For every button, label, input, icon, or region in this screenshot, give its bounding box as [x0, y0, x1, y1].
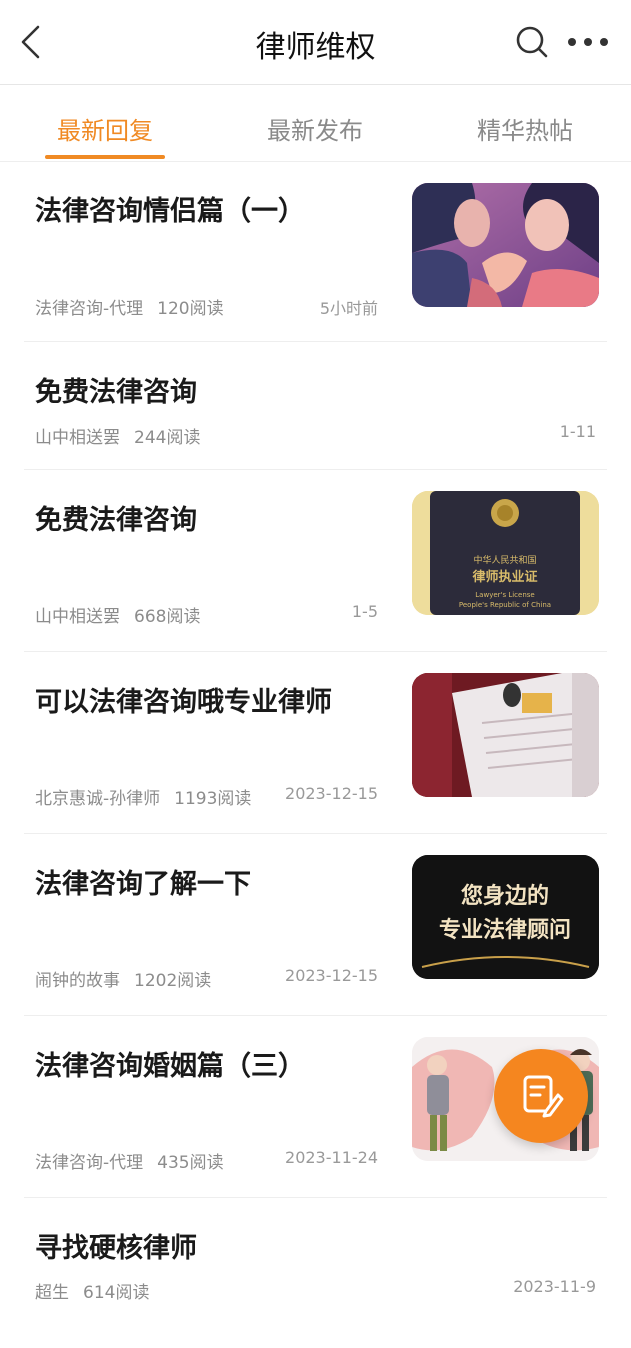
tab-featured[interactable]: 精华热帖	[477, 111, 573, 146]
post-author: 山中相送罢	[35, 428, 120, 448]
post-title: 免费法律咨询	[35, 377, 197, 408]
legal-advisor-banner: 您身边的 专业法律顾问	[412, 855, 599, 979]
post-meta: 超生 614阅读	[35, 1278, 149, 1303]
post-time: 2023-12-15	[285, 966, 378, 985]
license-english-sub-text: People's Republic of China	[459, 601, 551, 609]
list-item[interactable]: 法律咨询情侣篇（一） 法律咨询-代理 120阅读 5小时前	[24, 162, 607, 342]
license-issuer-text: 中华人民共和国	[473, 554, 536, 566]
post-thumbnail	[412, 673, 599, 797]
post-meta: 法律咨询-代理 120阅读	[35, 294, 224, 319]
couple-illustration	[412, 183, 599, 307]
post-author: 法律咨询-代理	[35, 299, 144, 319]
post-time: 5小时前	[319, 299, 378, 318]
banner-line2-text: 专业法律顾问	[439, 917, 571, 943]
app-header: 律师维权	[0, 0, 631, 85]
post-reads: 244阅读	[134, 428, 201, 448]
post-reads: 1193阅读	[174, 789, 252, 809]
tab-bar: 最新回复 最新发布 精华热帖	[0, 85, 631, 162]
list-item[interactable]: 可以法律咨询哦专业律师 北京惠诚-孙律师 1193阅读 2023-12-15	[24, 652, 607, 834]
list-item[interactable]: 免费法律咨询 山中相送罢 668阅读 1-5 中华人民共和国 律师执业证 Lawy…	[24, 470, 607, 652]
post-time: 1-5	[351, 602, 378, 621]
compose-edit-icon	[523, 1075, 564, 1118]
post-thumbnail	[412, 183, 599, 307]
post-author: 北京惠诚-孙律师	[35, 789, 161, 809]
post-author: 超生	[35, 1283, 69, 1303]
post-thumbnail: 您身边的 专业法律顾问	[412, 855, 599, 979]
list-item[interactable]: 寻找硬核律师 超生 614阅读 2023-11-9	[24, 1198, 607, 1348]
license-english-text: Lawyer's License	[475, 591, 534, 599]
post-time: 1-11	[559, 422, 596, 441]
post-meta: 法律咨询-代理 435阅读	[35, 1148, 224, 1173]
post-title: 法律咨询了解一下	[35, 869, 251, 900]
post-title: 法律咨询情侣篇（一）	[35, 196, 305, 227]
post-meta: 山中相送罢 244阅读	[35, 423, 200, 448]
post-time: 2023-11-24	[285, 1148, 378, 1167]
list-item[interactable]: 免费法律咨询 山中相送罢 244阅读 1-11	[24, 342, 607, 470]
tab-latest-reply[interactable]: 最新回复	[57, 111, 153, 146]
lawyer-license-photo: 中华人民共和国 律师执业证 Lawyer's License People's …	[412, 491, 599, 615]
post-title: 寻找硬核律师	[35, 1233, 197, 1264]
post-thumbnail: 中华人民共和国 律师执业证 Lawyer's License People's …	[412, 491, 599, 615]
certificate-photo	[412, 673, 599, 797]
post-reads: 435阅读	[157, 1153, 224, 1173]
post-reads: 668阅读	[134, 607, 201, 627]
post-meta: 山中相送罢 668阅读	[35, 602, 200, 627]
post-meta: 北京惠诚-孙律师 1193阅读	[35, 784, 251, 809]
post-reads: 1202阅读	[134, 971, 212, 991]
post-author: 闹钟的故事	[35, 971, 120, 991]
more-dots-icon[interactable]	[566, 30, 610, 54]
post-title: 可以法律咨询哦专业律师	[35, 687, 332, 718]
banner-line1-text: 您身边的	[461, 883, 549, 909]
post-reads: 614阅读	[83, 1283, 150, 1303]
post-author: 山中相送罢	[35, 607, 120, 627]
compose-button[interactable]	[494, 1049, 588, 1143]
post-reads: 120阅读	[157, 299, 224, 319]
license-title-text: 律师执业证	[472, 569, 537, 585]
post-meta: 闹钟的故事 1202阅读	[35, 966, 211, 991]
tab-latest-post[interactable]: 最新发布	[267, 111, 363, 146]
list-item[interactable]: 法律咨询了解一下 闹钟的故事 1202阅读 2023-12-15 您身边的 专业法…	[24, 834, 607, 1016]
post-title: 法律咨询婚姻篇（三）	[35, 1051, 305, 1082]
post-author: 法律咨询-代理	[35, 1153, 144, 1173]
post-list: 法律咨询情侣篇（一） 法律咨询-代理 120阅读 5小时前 免费法律咨询 山中相…	[0, 162, 631, 1348]
search-icon[interactable]	[514, 24, 550, 60]
post-time: 2023-12-15	[285, 784, 378, 803]
active-tab-indicator	[45, 155, 165, 159]
post-title: 免费法律咨询	[35, 505, 197, 536]
